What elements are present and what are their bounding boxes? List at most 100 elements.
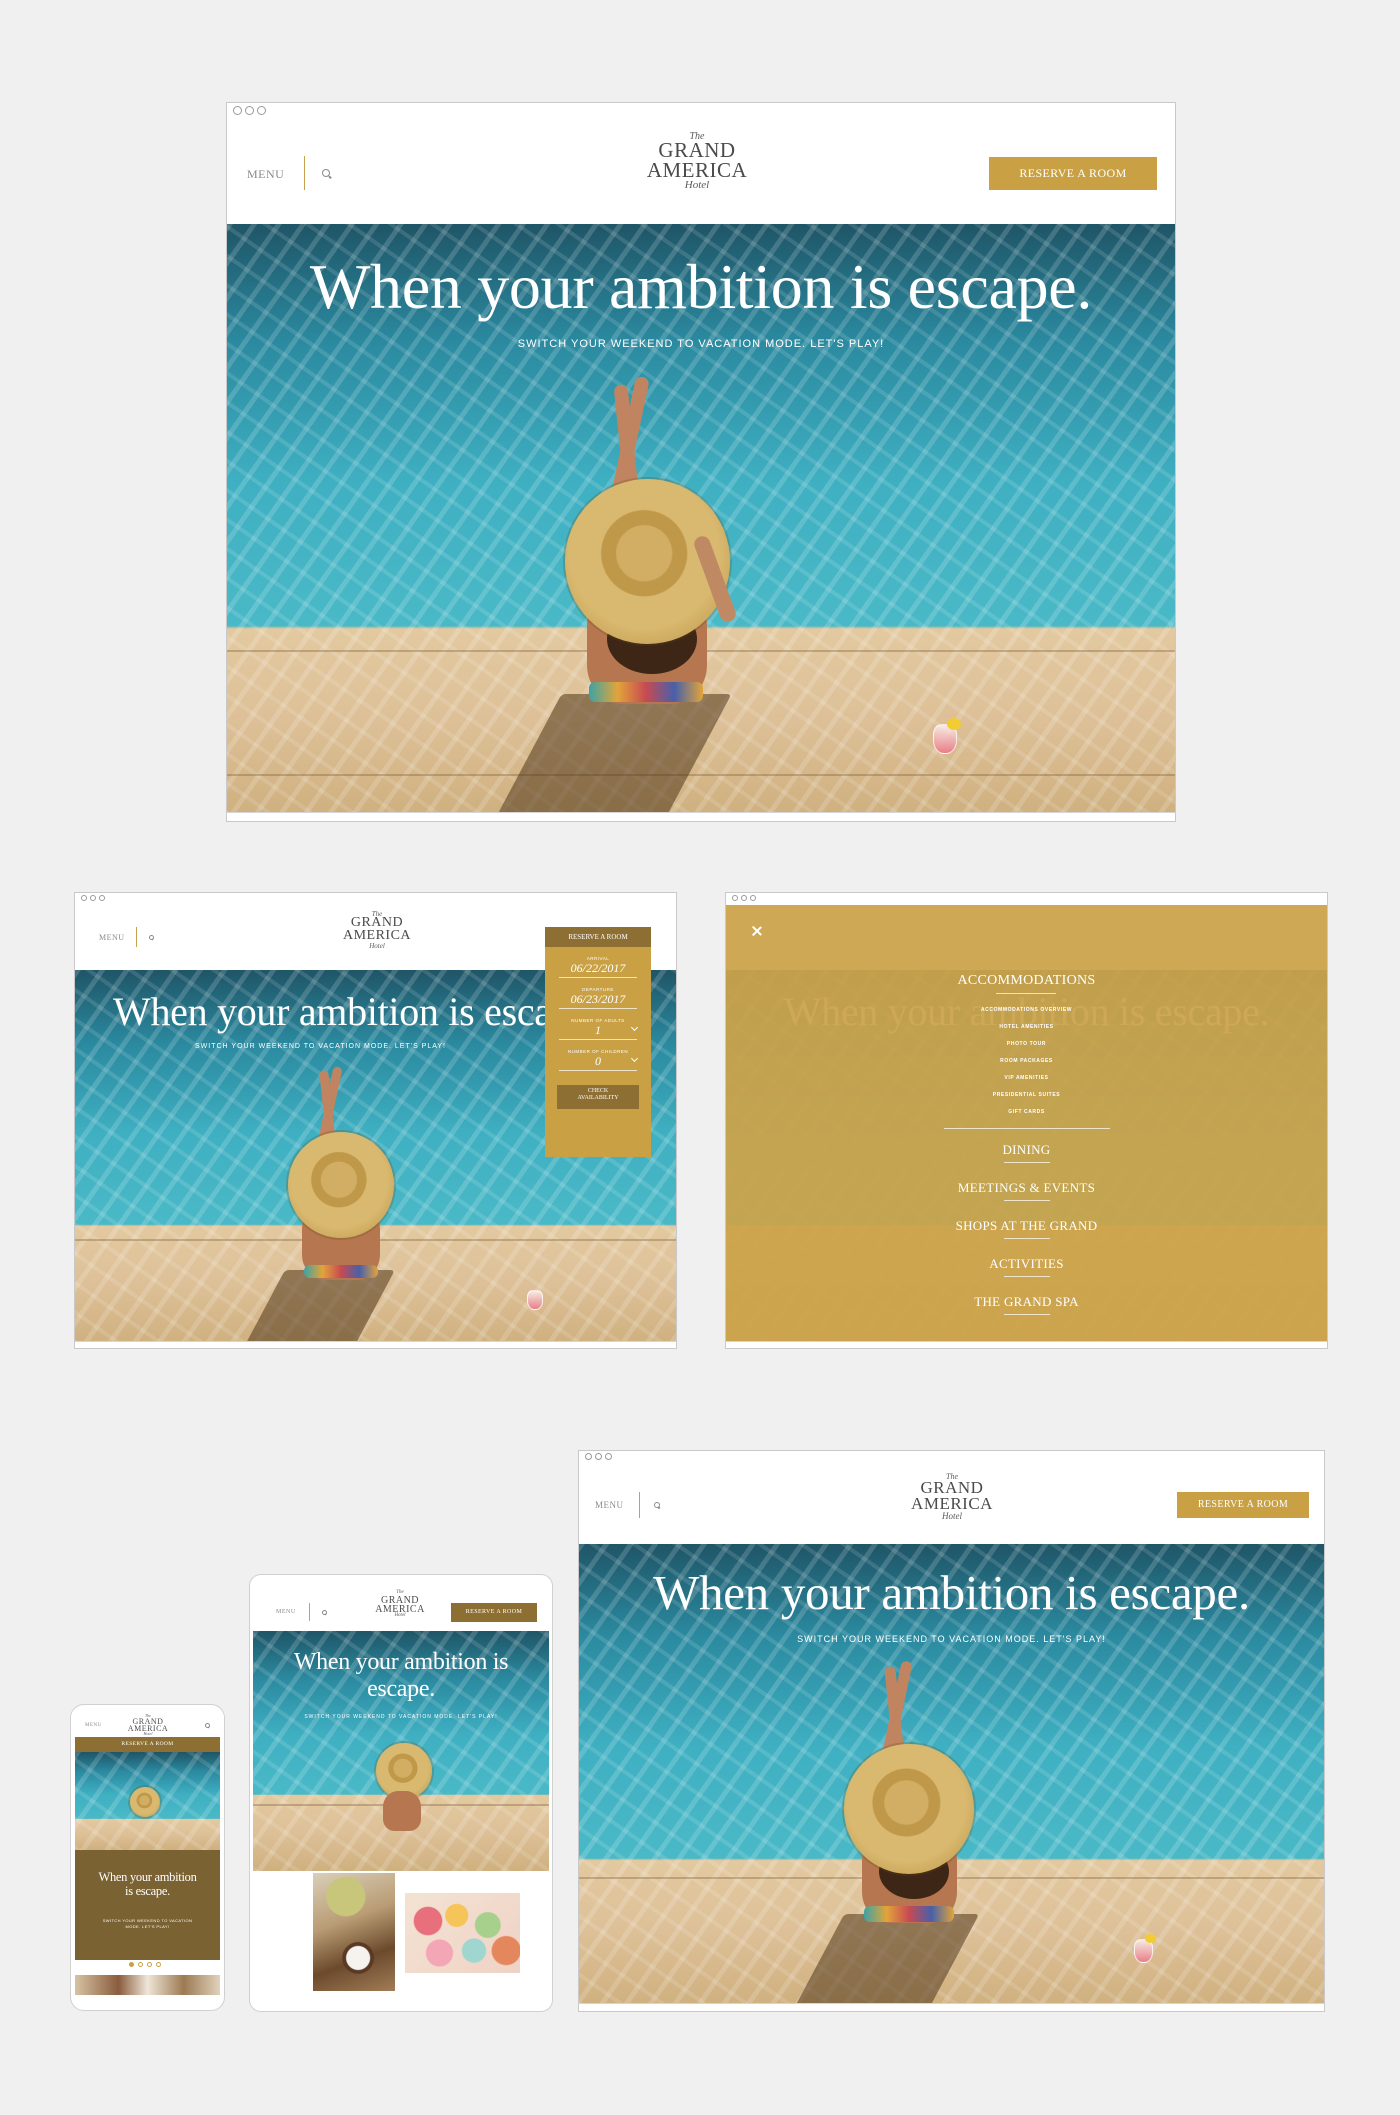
shadow bbox=[245, 1270, 395, 1344]
woman-in-hat bbox=[250, 1060, 420, 1280]
hero-caption-panel: When your ambition is escape. SWITCH YOU… bbox=[75, 1850, 220, 1960]
page: { "brand": {"the": "The", "name_line1": … bbox=[0, 0, 1400, 2115]
booking-title[interactable]: RESERVE A ROOM bbox=[545, 927, 651, 947]
reserve-room-button[interactable]: RESERVE A ROOM bbox=[1177, 1492, 1309, 1518]
menu-button[interactable]: MENU bbox=[85, 1723, 102, 1728]
nav-sub-item[interactable]: ACCOMMODATIONS OVERVIEW bbox=[726, 1007, 1327, 1013]
close-icon[interactable] bbox=[750, 925, 762, 937]
pagination-dot[interactable] bbox=[138, 1962, 143, 1967]
menu-divider bbox=[309, 1603, 310, 1621]
arrival-date-input[interactable]: 06/22/2017 bbox=[559, 961, 637, 978]
site-header: MENU The GRAND AMERICA Hotel RESERVE A R… bbox=[579, 1465, 1324, 1544]
dining-photo bbox=[313, 1873, 395, 1991]
search-icon[interactable] bbox=[322, 1610, 327, 1615]
hero-title: When your ambition is escape. bbox=[653, 1565, 1250, 1620]
window-dot[interactable] bbox=[90, 895, 96, 901]
availability-label: AVAILABILITY bbox=[577, 1094, 619, 1101]
window-dot[interactable] bbox=[233, 106, 242, 115]
window-dot[interactable] bbox=[585, 1453, 592, 1460]
shadow bbox=[793, 1914, 980, 2006]
drink-glass bbox=[527, 1290, 543, 1310]
hero-title-line1: When your ambition bbox=[98, 1870, 197, 1884]
hero-subtitle: SWITCH YOUR WEEKEND TO VACATION MODE. LE… bbox=[517, 338, 885, 350]
desktop-frame-menu: When your ambition is escape. ACCOMMODAT… bbox=[725, 892, 1328, 1349]
tablet-frame: MENU The GRAND AMERICA Hotel RESERVE A R… bbox=[249, 1574, 553, 2012]
nav-sub-item[interactable]: PHOTO TOUR bbox=[726, 1041, 1327, 1047]
menu-divider bbox=[304, 156, 305, 190]
children-select[interactable]: 0 bbox=[559, 1054, 639, 1071]
menu-button[interactable]: MENU bbox=[276, 1609, 296, 1615]
food-photo-strip bbox=[75, 1975, 220, 1995]
desktop-frame-booking: MENU The GRAND AMERICA Hotel When your a… bbox=[74, 892, 677, 1349]
chevron-down-icon bbox=[630, 1023, 639, 1032]
window-dot[interactable] bbox=[750, 895, 756, 901]
window-dot[interactable] bbox=[732, 895, 738, 901]
window-dot[interactable] bbox=[99, 895, 105, 901]
pagination-dot[interactable] bbox=[147, 1962, 152, 1967]
nav-divider bbox=[1004, 1162, 1050, 1163]
window-dot[interactable] bbox=[81, 895, 87, 901]
desktop-frame-large: MENU The GRAND AMERICA Hotel RESERVE A R… bbox=[226, 102, 1176, 822]
desktop-frame-small: MENU The GRAND AMERICA Hotel RESERVE A R… bbox=[578, 1450, 1325, 2012]
reserve-room-button[interactable]: RESERVE A ROOM bbox=[989, 157, 1157, 190]
check-availability-button[interactable]: CHECK AVAILABILITY bbox=[557, 1085, 639, 1109]
nav-spa[interactable]: THE GRAND SPA bbox=[726, 1294, 1327, 1310]
menu-divider bbox=[136, 927, 137, 947]
woman-in-hat bbox=[507, 364, 767, 704]
frame-bottom bbox=[579, 2003, 1324, 2011]
window-dot[interactable] bbox=[741, 895, 747, 901]
menu-button[interactable]: MENU bbox=[99, 933, 125, 942]
menu-button[interactable]: MENU bbox=[595, 1500, 624, 1510]
macarons-photo bbox=[405, 1893, 520, 1973]
nav-sub-item[interactable]: VIP AMENITIES bbox=[726, 1075, 1327, 1081]
departure-date-input[interactable]: 06/23/2017 bbox=[559, 992, 637, 1009]
search-icon[interactable] bbox=[205, 1723, 210, 1728]
reserve-room-button[interactable]: RESERVE A ROOM bbox=[451, 1603, 537, 1622]
nav-shops[interactable]: SHOPS AT THE GRAND bbox=[726, 1218, 1327, 1234]
nav-sub-item[interactable]: HOTEL AMENITIES bbox=[726, 1024, 1327, 1030]
nav-divider bbox=[996, 993, 1056, 994]
nav-sub-item[interactable]: PRESIDENTIAL SUITES bbox=[726, 1092, 1327, 1098]
search-icon[interactable] bbox=[322, 169, 330, 177]
window-controls bbox=[81, 895, 105, 901]
straw-hat bbox=[288, 1132, 394, 1238]
nav-divider bbox=[944, 1128, 1110, 1129]
swimsuit bbox=[304, 1265, 378, 1278]
logo-america: AMERICA bbox=[911, 1493, 993, 1513]
nav-meetings-events[interactable]: MEETINGS & EVENTS bbox=[726, 1180, 1327, 1196]
nav-divider bbox=[1004, 1314, 1050, 1315]
nav-activities[interactable]: ACTIVITIES bbox=[726, 1256, 1327, 1272]
hotel-logo[interactable]: The GRAND AMERICA Hotel bbox=[902, 1472, 1002, 1520]
pagination-dot-active[interactable] bbox=[129, 1962, 134, 1967]
reserve-room-button[interactable]: RESERVE A ROOM bbox=[75, 1737, 220, 1752]
hero-subtitle-line2: MODE. LET'S PLAY! bbox=[125, 1924, 170, 1929]
nav-sub-item[interactable]: ROOM PACKAGES bbox=[726, 1058, 1327, 1064]
pagination-dot[interactable] bbox=[156, 1962, 161, 1967]
window-dot[interactable] bbox=[595, 1453, 602, 1460]
adults-select[interactable]: 1 bbox=[559, 1023, 639, 1040]
window-dot[interactable] bbox=[245, 106, 254, 115]
hero-title-line1: When your ambition is bbox=[293, 1649, 509, 1675]
window-dot[interactable] bbox=[257, 106, 266, 115]
phone-frame: MENU The GRAND AMERICA Hotel RESERVE A R… bbox=[70, 1704, 225, 2011]
menu-button[interactable]: MENU bbox=[247, 167, 284, 182]
nav-dining[interactable]: DINING bbox=[726, 1142, 1327, 1158]
hotel-logo[interactable]: The GRAND AMERICA Hotel bbox=[637, 131, 757, 190]
hotel-logo[interactable]: The GRAND AMERICA Hotel bbox=[370, 1590, 430, 1619]
hero-image: When your ambition is escape. SWITCH YOU… bbox=[253, 1631, 549, 1871]
hero-subtitle: SWITCH YOUR WEEKEND TO VACATION MODE. LE… bbox=[304, 1714, 498, 1720]
window-dot[interactable] bbox=[605, 1453, 612, 1460]
nav-sub-item[interactable]: GIFT CARDS bbox=[726, 1109, 1327, 1115]
hotel-logo[interactable]: The GRAND AMERICA Hotel bbox=[337, 910, 417, 950]
nav-divider bbox=[1004, 1276, 1050, 1277]
lemon-garnish bbox=[1145, 1934, 1156, 1943]
swimsuit bbox=[589, 682, 703, 702]
frame-bottom bbox=[227, 812, 1175, 821]
adults-value: 1 bbox=[595, 1023, 601, 1037]
nav-divider bbox=[1004, 1238, 1050, 1239]
hotel-logo[interactable]: The GRAND AMERICA Hotel bbox=[123, 1714, 173, 1736]
search-icon[interactable] bbox=[654, 1502, 660, 1508]
frame-bottom bbox=[726, 1341, 1327, 1348]
nav-accommodations[interactable]: ACCOMMODATIONS bbox=[726, 973, 1327, 989]
search-icon[interactable] bbox=[149, 935, 154, 940]
